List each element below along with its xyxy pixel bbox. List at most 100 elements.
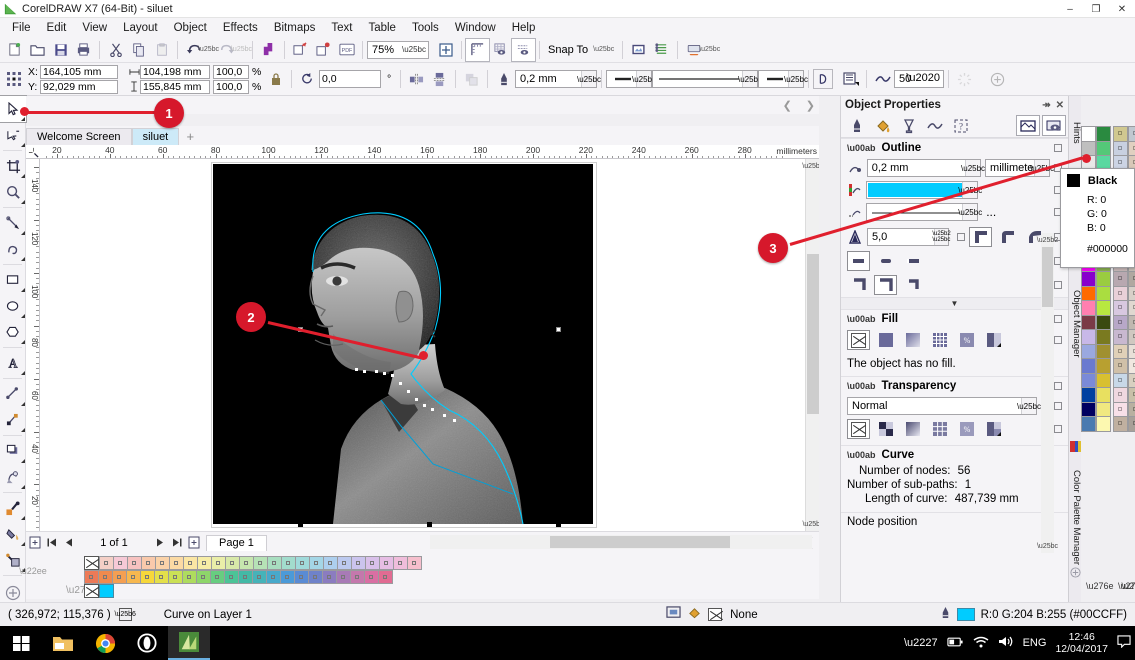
- fill-tab-icon[interactable]: [871, 115, 895, 136]
- menu-effects[interactable]: Effects: [215, 20, 266, 36]
- scroll-down-arrow-icon[interactable]: \u25bc: [802, 517, 819, 531]
- position-pin-checkbox[interactable]: [1054, 281, 1062, 289]
- snap-to-dropdown[interactable]: Snap To \u25bc: [544, 42, 618, 58]
- palette-swatch[interactable]: [1113, 416, 1128, 432]
- first-page-button[interactable]: [43, 534, 60, 551]
- palette-swatch[interactable]: [168, 570, 183, 584]
- palette-swatch[interactable]: [309, 556, 324, 570]
- wifi-icon[interactable]: [973, 636, 989, 651]
- flyout-arrow-icon[interactable]: [21, 516, 25, 520]
- selection-handle-right[interactable]: [556, 327, 561, 332]
- palette-row-top[interactable]: [99, 556, 422, 570]
- palette-swatch[interactable]: [294, 570, 309, 584]
- palette-swatch[interactable]: [337, 556, 352, 570]
- palette-swatch[interactable]: [154, 570, 169, 584]
- docker-outline-width-combo[interactable]: 0,2 mm \u25bc: [866, 159, 985, 177]
- file-explorer-icon[interactable]: [42, 626, 84, 660]
- no-transparency-button[interactable]: [847, 419, 870, 439]
- flyout-arrow-icon[interactable]: [21, 200, 25, 204]
- connector-tool[interactable]: [0, 407, 26, 433]
- zoom-level-combo[interactable]: 75% \u25bc: [367, 40, 429, 59]
- palette-swatch[interactable]: [1113, 300, 1128, 316]
- fountain-fill-button[interactable]: [901, 330, 924, 350]
- palette-swatch[interactable]: [211, 556, 226, 570]
- scale-horizontal-field[interactable]: 100,0: [213, 64, 249, 79]
- docker-scroll-up-icon[interactable]: \u25b2: [1037, 233, 1058, 247]
- palette-swatch[interactable]: [1081, 372, 1096, 388]
- parallel-dimension-tool[interactable]: [0, 381, 26, 407]
- undo-dropdown-icon[interactable]: \u25bc: [198, 39, 219, 61]
- to-front-of-layer-icon[interactable]: [460, 68, 483, 90]
- fill-pin-checkbox[interactable]: [1054, 315, 1062, 323]
- ellipse-tool[interactable]: [0, 293, 26, 319]
- add-page-before-button[interactable]: [26, 534, 43, 551]
- no-color-swatch[interactable]: [84, 556, 99, 570]
- palette-swatch[interactable]: [1113, 358, 1128, 374]
- docker-scrollbar[interactable]: \u25b2 \u25bc: [1037, 233, 1058, 553]
- palette-swatch[interactable]: [1081, 285, 1096, 301]
- lock-ratio-icon[interactable]: [264, 68, 287, 90]
- palette-swatch[interactable]: [1096, 126, 1111, 142]
- transparency-pin-checkbox[interactable]: [1054, 382, 1062, 390]
- flyout-arrow-icon[interactable]: [21, 428, 25, 432]
- curve-section-header[interactable]: \u00ab Curve: [841, 446, 1068, 464]
- curve-tab-icon[interactable]: [923, 115, 947, 136]
- width-field[interactable]: 104,198 mm: [140, 64, 210, 79]
- end-arrowhead-combo[interactable]: \u25bc: [758, 70, 808, 88]
- options-icon[interactable]: [627, 39, 650, 61]
- palette-swatch[interactable]: [1113, 285, 1128, 301]
- show-guidelines-icon[interactable]: [511, 37, 536, 62]
- last-page-button[interactable]: [168, 534, 185, 551]
- palette-swatch[interactable]: [267, 556, 282, 570]
- palette-swatch[interactable]: [252, 570, 267, 584]
- previous-page-button[interactable]: [60, 534, 77, 551]
- menu-window[interactable]: Window: [447, 20, 504, 36]
- merge-mode-combo[interactable]: Normal \u25bc: [847, 397, 1041, 415]
- volume-icon[interactable]: [998, 635, 1014, 651]
- opera-browser-icon[interactable]: [126, 626, 168, 660]
- outline-color-picker[interactable]: \u25bc: [866, 181, 982, 199]
- outline-color-status-swatch[interactable]: [956, 608, 975, 621]
- flyout-arrow-icon[interactable]: [21, 485, 25, 489]
- uniform-fill-button[interactable]: [874, 330, 897, 350]
- palette-prev-icon[interactable]: \u276e: [1082, 581, 1118, 591]
- palette-swatch[interactable]: [295, 556, 310, 570]
- palette-swatch[interactable]: [210, 570, 225, 584]
- palette-swatch[interactable]: [1096, 314, 1111, 330]
- interactive-fill-tool[interactable]: [0, 521, 26, 547]
- maximize-button[interactable]: ❐: [1083, 0, 1109, 18]
- palette-swatch[interactable]: [1113, 271, 1128, 287]
- add-tab-button[interactable]: +: [179, 128, 201, 145]
- miter-pin-checkbox[interactable]: [957, 233, 965, 241]
- export-to-icon[interactable]: [312, 39, 335, 61]
- docker-close-button[interactable]: ✕: [1056, 100, 1064, 111]
- palette-swatch[interactable]: [393, 556, 408, 570]
- palette-swatch[interactable]: [1081, 387, 1096, 403]
- two-color-pattern-fill-button[interactable]: %: [955, 330, 978, 350]
- palette-swatch[interactable]: [281, 556, 296, 570]
- palette-swatch[interactable]: [1081, 329, 1096, 345]
- palette-swatch[interactable]: [350, 570, 365, 584]
- palette-grip-icon[interactable]: \u22ee: [19, 557, 47, 585]
- palette-swatch[interactable]: [182, 570, 197, 584]
- palette-swatch[interactable]: [1128, 300, 1135, 316]
- palette-swatch[interactable]: [1128, 271, 1135, 287]
- fill-none-swatch[interactable]: [708, 608, 723, 621]
- transparency-type-pin-checkbox[interactable]: [1054, 425, 1062, 433]
- outline-position-inside-button[interactable]: [901, 275, 924, 295]
- menu-layout[interactable]: Layout: [115, 20, 166, 36]
- palette-swatch[interactable]: [183, 556, 198, 570]
- close-button[interactable]: ✕: [1109, 0, 1135, 18]
- menu-table[interactable]: Table: [360, 20, 404, 36]
- add-page-after-button[interactable]: [185, 534, 202, 551]
- selected-no-fill-swatch[interactable]: [84, 584, 99, 598]
- outline-tab-icon[interactable]: [845, 115, 869, 136]
- palette-swatch[interactable]: [322, 570, 337, 584]
- edit-bitmap-icon[interactable]: [953, 68, 976, 90]
- corner-smoothness-field[interactable]: 50 \u2020: [894, 70, 944, 88]
- palette-swatch[interactable]: [1128, 285, 1135, 301]
- texture-transparency-button[interactable]: [982, 419, 1005, 439]
- cap-square-button[interactable]: [901, 251, 924, 271]
- palette-swatch[interactable]: [1128, 416, 1135, 432]
- palette-swatch[interactable]: [1128, 387, 1135, 403]
